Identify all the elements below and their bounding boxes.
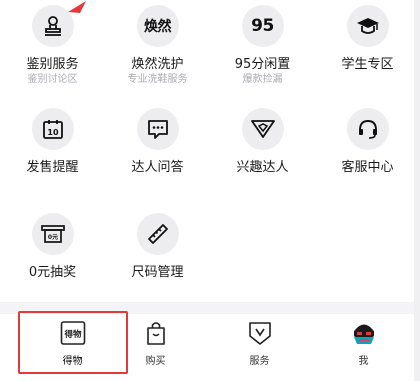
- service-label: 0元抽奖: [28, 265, 77, 280]
- service-label: 尺码管理: [131, 265, 184, 280]
- service-sublabel: 专业洗鞋服务: [127, 74, 188, 85]
- service-item-lottery[interactable]: 0元 0元抽奖: [0, 213, 105, 280]
- section-divider: [0, 302, 420, 314]
- service-label: 焕然洗护: [131, 57, 184, 72]
- lottery-machine-icon: 0元: [31, 213, 74, 255]
- tab-label: 购买: [145, 356, 166, 367]
- service-item-appraisal[interactable]: 鉴别服务 鉴别讨论区: [0, 5, 105, 86]
- diamond-badge-icon: [241, 108, 284, 150]
- service-item-idle[interactable]: 95 95分闲置 爆款捡漏: [210, 5, 315, 86]
- calendar-day-text: 10: [47, 128, 59, 137]
- 95-logo-icon: 95: [241, 5, 284, 47]
- service-item-expert-qa[interactable]: 达人问答: [105, 108, 210, 175]
- tab-service[interactable]: 服务: [207, 314, 312, 381]
- scroll-edge: [414, 0, 420, 381]
- headset-icon: [346, 108, 389, 150]
- service-sublabel: 鉴别讨论区: [27, 74, 78, 85]
- service-label: 客服中心: [341, 160, 394, 175]
- dewu-logo-text: 得物: [63, 329, 82, 340]
- service-label: 发售提醒: [26, 160, 79, 175]
- ruler-icon: [136, 213, 179, 255]
- shield-chevron-icon: [248, 322, 271, 345]
- huanran-logo-icon: 焕然: [136, 5, 179, 47]
- shopping-bag-icon: [146, 322, 165, 345]
- service-label: 鉴别服务: [26, 57, 79, 72]
- service-sublabel: 爆款捡漏: [242, 74, 283, 85]
- huanran-logo-text: 焕然: [144, 19, 172, 35]
- dewu-logo-icon: 得物: [60, 321, 85, 345]
- service-item-huanran[interactable]: 焕然 焕然洗护 专业洗鞋服务: [105, 5, 210, 86]
- service-item-release[interactable]: 10 发售提醒: [0, 108, 105, 175]
- service-label: 达人问答: [131, 160, 184, 175]
- bottom-tab-bar: 得物 得物 购买 服务 我: [0, 314, 420, 381]
- tab-buy[interactable]: 购买: [103, 314, 208, 381]
- tab-label: 服务: [249, 356, 270, 367]
- tab-me[interactable]: 我: [311, 314, 416, 381]
- chat-bubble-icon: [136, 108, 179, 150]
- service-item-interest[interactable]: 兴趣达人: [210, 108, 315, 175]
- calendar-10-icon: 10: [31, 108, 74, 150]
- lottery-icon-text: 0元: [47, 234, 57, 241]
- service-label: 学生专区: [341, 57, 394, 72]
- 95-logo-text: 95: [251, 16, 274, 36]
- tab-label: 我: [358, 356, 369, 367]
- service-item-size[interactable]: 尺码管理: [105, 213, 210, 280]
- service-item-student[interactable]: 学生专区: [315, 5, 420, 72]
- service-label: 兴趣达人: [236, 160, 289, 175]
- appraisal-stamp-icon: [31, 5, 74, 47]
- service-item-support[interactable]: 客服中心: [315, 108, 420, 175]
- service-label: 95分闲置: [234, 57, 291, 72]
- graduation-cap-icon: [346, 5, 389, 47]
- avatar-icon: [353, 324, 374, 344]
